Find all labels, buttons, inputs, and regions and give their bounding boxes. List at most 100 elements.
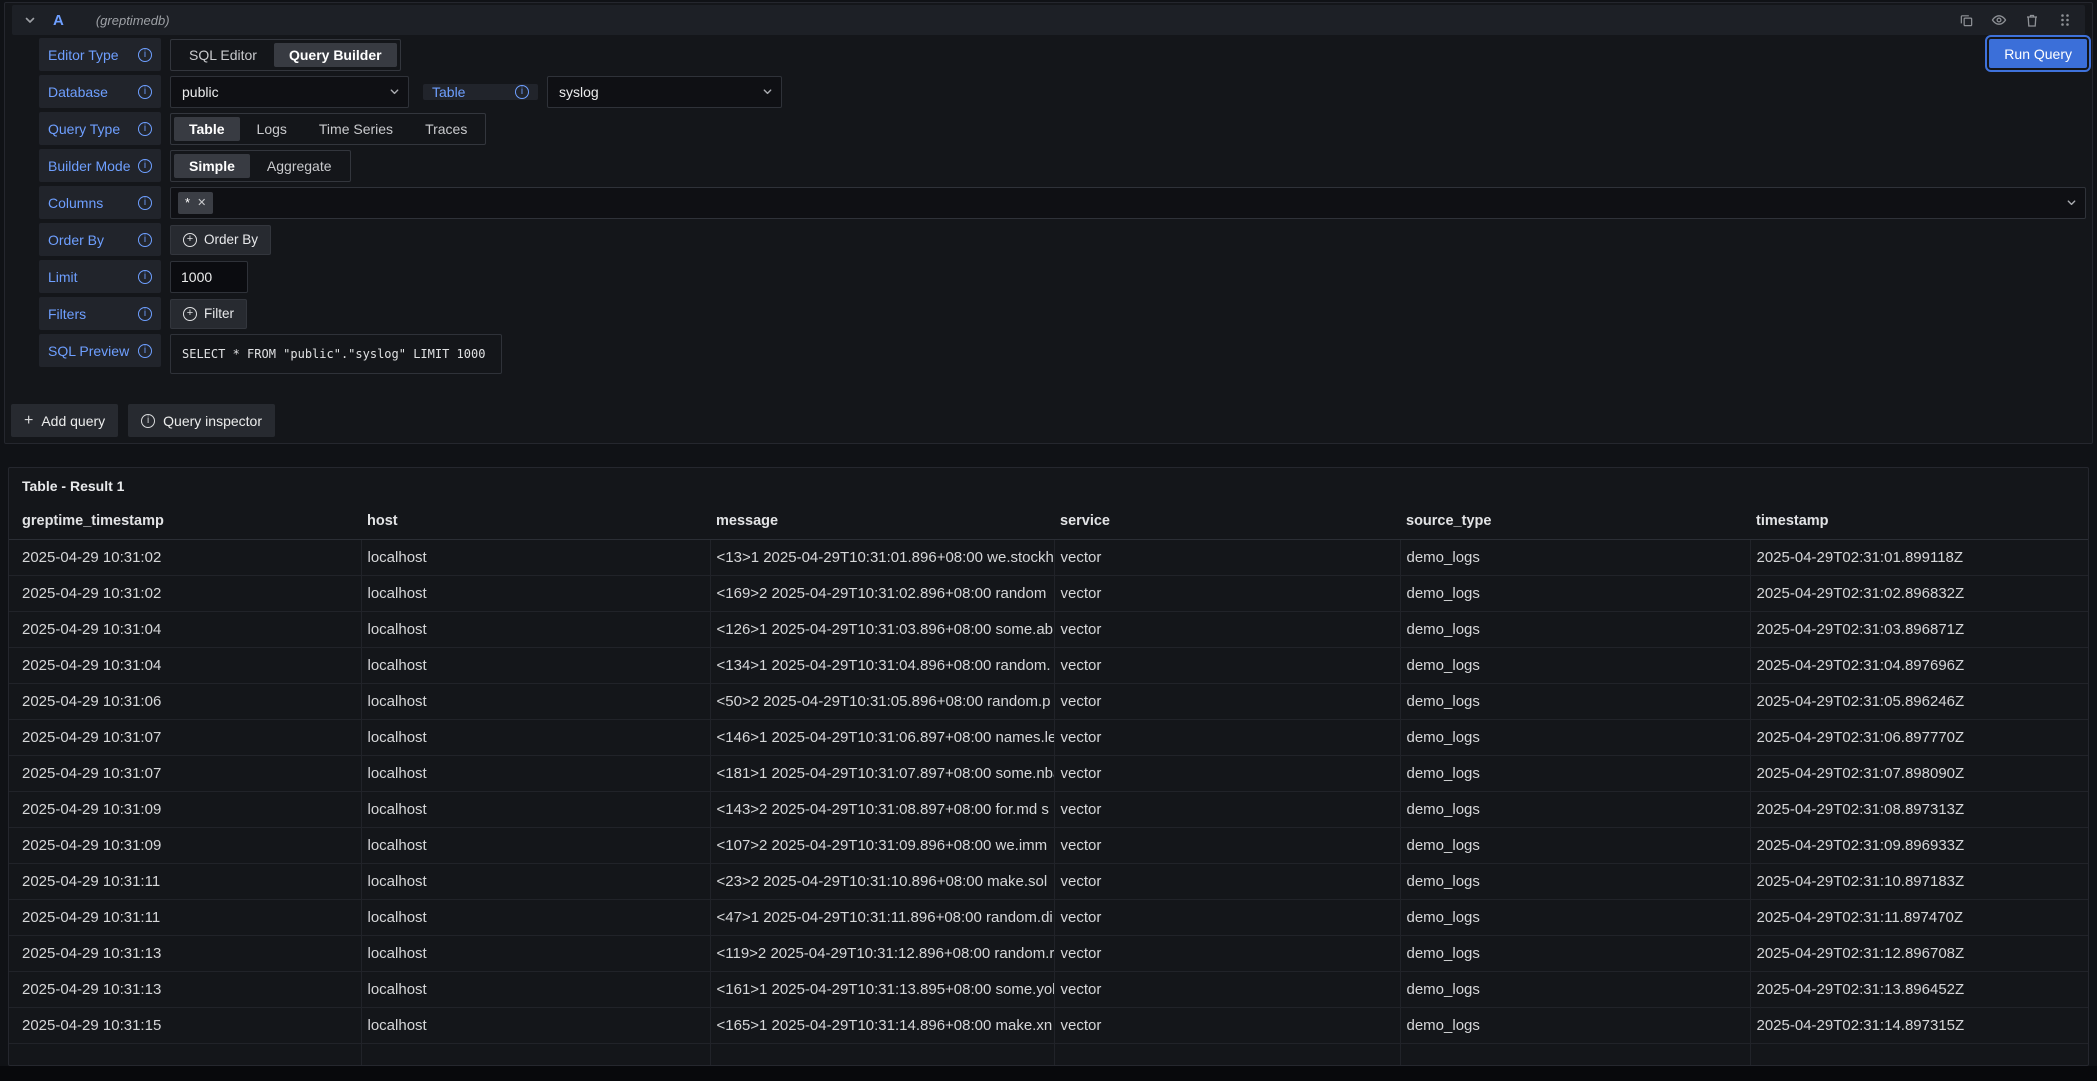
table-row: 2025-04-29 10:31:07localhost<146>1 2025-… <box>9 719 2088 755</box>
column-header[interactable]: source_type <box>1400 504 1750 539</box>
eye-icon[interactable] <box>1991 12 2007 28</box>
table-cell: localhost <box>361 755 710 791</box>
info-icon[interactable]: i <box>138 85 152 99</box>
table-row: 2025-04-29 10:31:13localhost<161>1 2025-… <box>9 971 2088 1007</box>
table-cell: <143>2 2025-04-29T10:31:08.897+08:00 for… <box>710 791 1054 827</box>
table-cell: demo_logs <box>1400 647 1750 683</box>
table-cell: vector <box>1054 863 1400 899</box>
add-filter-button[interactable]: + Filter <box>170 299 247 329</box>
table-cell: 2025-04-29T02:31:03.896871Z <box>1750 611 2088 647</box>
column-header[interactable]: host <box>361 504 710 539</box>
panel-title: Table - Result 1 <box>9 468 2088 504</box>
info-icon[interactable]: i <box>515 85 529 99</box>
table-cell: <47>1 2025-04-29T10:31:11.896+08:00 rand… <box>710 899 1054 935</box>
table-cell: localhost <box>361 683 710 719</box>
table-cell: demo_logs <box>1400 755 1750 791</box>
table-cell: localhost <box>361 935 710 971</box>
table-row: 2025-04-29 10:31:09localhost<107>2 2025-… <box>9 827 2088 863</box>
table-row: 2025-04-29 10:31:04localhost<126>1 2025-… <box>9 611 2088 647</box>
table-cell: <23>2 2025-04-29T10:31:10.896+08:00 make… <box>710 863 1054 899</box>
info-icon[interactable]: i <box>138 122 152 136</box>
query-type-option-time-series[interactable]: Time Series <box>304 117 408 141</box>
duplicate-icon[interactable] <box>1958 12 1974 28</box>
query-builder-rows: Editor Type i SQL Editor Query Builder D… <box>39 38 2086 374</box>
columns-multiselect[interactable]: * ✕ <box>170 187 2086 219</box>
editor-row-limit: Limit i <box>39 260 2086 293</box>
table-cell: demo_logs <box>1400 1007 1750 1043</box>
table-cell: <169>2 2025-04-29T10:31:02.896+08:00 ran… <box>710 575 1054 611</box>
column-header[interactable]: message <box>710 504 1054 539</box>
add-order-by-button[interactable]: + Order By <box>170 225 271 255</box>
query-type-option-traces[interactable]: Traces <box>410 117 482 141</box>
table-cell: vector <box>1054 647 1400 683</box>
add-query-button[interactable]: + Add query <box>11 404 118 437</box>
remove-tag-icon[interactable]: ✕ <box>197 196 206 209</box>
table-cell: <50>2 2025-04-29T10:31:05.896+08:00 rand… <box>710 683 1054 719</box>
table-row: 2025-04-29 10:31:07localhost<181>1 2025-… <box>9 755 2088 791</box>
table-cell: 2025-04-29 10:31:09 <box>9 791 361 827</box>
table-select[interactable]: syslog <box>547 76 782 108</box>
limit-input[interactable] <box>170 261 248 293</box>
editor-type-label: Editor Type i <box>39 38 161 71</box>
query-type-option-table[interactable]: Table <box>174 117 240 141</box>
table-cell: <165>1 2025-04-29T10:31:14.896+08:00 mak… <box>710 1007 1054 1043</box>
info-circle-icon: i <box>141 414 155 428</box>
info-icon[interactable]: i <box>138 307 152 321</box>
editor-type-switch: SQL Editor Query Builder <box>170 39 401 71</box>
column-tag: * ✕ <box>178 192 213 214</box>
page-bottom-strip <box>0 1066 2097 1081</box>
database-select[interactable]: public <box>170 76 409 108</box>
table-cell: vector <box>1054 827 1400 863</box>
column-header[interactable]: service <box>1054 504 1400 539</box>
query-row-header[interactable]: A (greptimedb) <box>12 5 2085 35</box>
column-header[interactable]: timestamp <box>1750 504 2088 539</box>
column-header[interactable]: greptime_timestamp <box>9 504 361 539</box>
query-type-label: Query Type i <box>39 112 161 145</box>
table-cell: 2025-04-29T02:31:05.896246Z <box>1750 683 2088 719</box>
table-cell: localhost <box>361 539 710 575</box>
query-type-option-logs[interactable]: Logs <box>242 117 302 141</box>
table-cell <box>710 1043 1054 1066</box>
table-cell: 2025-04-29T02:31:12.896708Z <box>1750 935 2088 971</box>
table-cell: 2025-04-29 10:31:02 <box>9 539 361 575</box>
builder-mode-option-simple[interactable]: Simple <box>174 154 250 178</box>
table-cell: 2025-04-29 10:31:04 <box>9 611 361 647</box>
info-icon[interactable]: i <box>138 344 152 358</box>
editor-type-option-sql-editor[interactable]: SQL Editor <box>174 43 272 67</box>
editor-type-option-query-builder[interactable]: Query Builder <box>274 43 397 67</box>
table-cell: vector <box>1054 683 1400 719</box>
info-icon[interactable]: i <box>138 196 152 210</box>
table-cell: localhost <box>361 611 710 647</box>
collapse-chevron-icon[interactable] <box>24 14 36 26</box>
result-panel: Table - Result 1 greptime_timestamp host… <box>8 467 2089 1066</box>
table-cell: 2025-04-29T02:31:04.897696Z <box>1750 647 2088 683</box>
chevron-down-icon <box>2066 197 2077 208</box>
table-cell: localhost <box>361 971 710 1007</box>
table-cell: 2025-04-29T02:31:10.897183Z <box>1750 863 2088 899</box>
table-cell: localhost <box>361 827 710 863</box>
trash-icon[interactable] <box>2024 12 2040 28</box>
query-inspector-button[interactable]: i Query inspector <box>128 404 275 437</box>
table-cell: <161>1 2025-04-29T10:31:13.895+08:00 som… <box>710 971 1054 1007</box>
table-row: 2025-04-29 10:31:13localhost<119>2 2025-… <box>9 935 2088 971</box>
builder-mode-option-aggregate[interactable]: Aggregate <box>252 154 347 178</box>
table-cell <box>1750 1043 2088 1066</box>
table-cell: localhost <box>361 719 710 755</box>
info-icon[interactable]: i <box>138 48 152 62</box>
sql-preview-box: SELECT * FROM "public"."syslog" LIMIT 10… <box>170 334 502 374</box>
info-icon[interactable]: i <box>138 233 152 247</box>
circled-plus-icon: + <box>183 233 197 247</box>
info-icon[interactable]: i <box>138 159 152 173</box>
sql-preview-label: SQL Preview i <box>39 334 161 367</box>
table-cell: demo_logs <box>1400 575 1750 611</box>
table-cell: demo_logs <box>1400 611 1750 647</box>
plus-icon: + <box>24 412 33 430</box>
table-row: 2025-04-29 10:31:06localhost<50>2 2025-0… <box>9 683 2088 719</box>
table-cell: <181>1 2025-04-29T10:31:07.897+08:00 som… <box>710 755 1054 791</box>
limit-label: Limit i <box>39 260 161 293</box>
table-cell: 2025-04-29T02:31:06.897770Z <box>1750 719 2088 755</box>
info-icon[interactable]: i <box>138 270 152 284</box>
table-cell: vector <box>1054 791 1400 827</box>
table-cell: demo_logs <box>1400 683 1750 719</box>
drag-handle-icon[interactable] <box>2057 12 2073 28</box>
